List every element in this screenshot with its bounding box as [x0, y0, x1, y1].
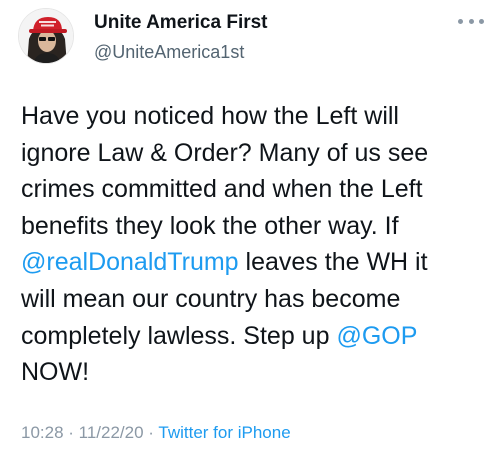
tweet-line: benefits they look the other way. If [21, 211, 399, 240]
tweet-card: Unite America First @UniteAmerica1st Hav… [0, 0, 500, 453]
tweet-line: @realDonaldTrump leaves the WH it [21, 244, 491, 281]
avatar-photo-icon [19, 9, 73, 63]
meta-separator: · [143, 423, 159, 442]
mention-link[interactable]: @realDonaldTrump [21, 248, 239, 276]
tweet-date[interactable]: 11/22/20 [79, 423, 144, 442]
more-dot [479, 18, 484, 24]
tweet-source[interactable]: Twitter for iPhone [158, 423, 290, 442]
tweet-text-fragment: leaves the WH it [238, 248, 428, 277]
tweet-line: Have you noticed how the Left will [21, 102, 399, 130]
avatar[interactable] [18, 8, 74, 64]
more-dot [468, 18, 474, 24]
tweet-meta: 10:28 · 11/22/20 · Twitter for iPhone [21, 423, 291, 443]
tweet-line: completely lawless. Step up @GOP [21, 318, 491, 355]
mention-link[interactable]: @GOP [336, 322, 417, 350]
tweet-text: Have you noticed how the Left will ignor… [21, 98, 491, 391]
tweet-line: NOW! [21, 358, 90, 387]
tweet-text-fragment: completely lawless. Step up [21, 321, 337, 350]
tweet-line: ignore Law & Order? Many of us see [21, 138, 429, 167]
tweet-line: crimes committed and when the Left [21, 175, 423, 204]
meta-separator: · [63, 423, 79, 442]
more-dot [458, 18, 463, 24]
tweet-time[interactable]: 10:28 [21, 423, 64, 442]
ellipsis-icon[interactable] [458, 14, 484, 28]
author-name[interactable]: Unite America First [94, 12, 268, 34]
author-handle[interactable]: @UniteAmerica1st [94, 42, 244, 63]
tweet-line: will mean our country has become [21, 284, 401, 313]
